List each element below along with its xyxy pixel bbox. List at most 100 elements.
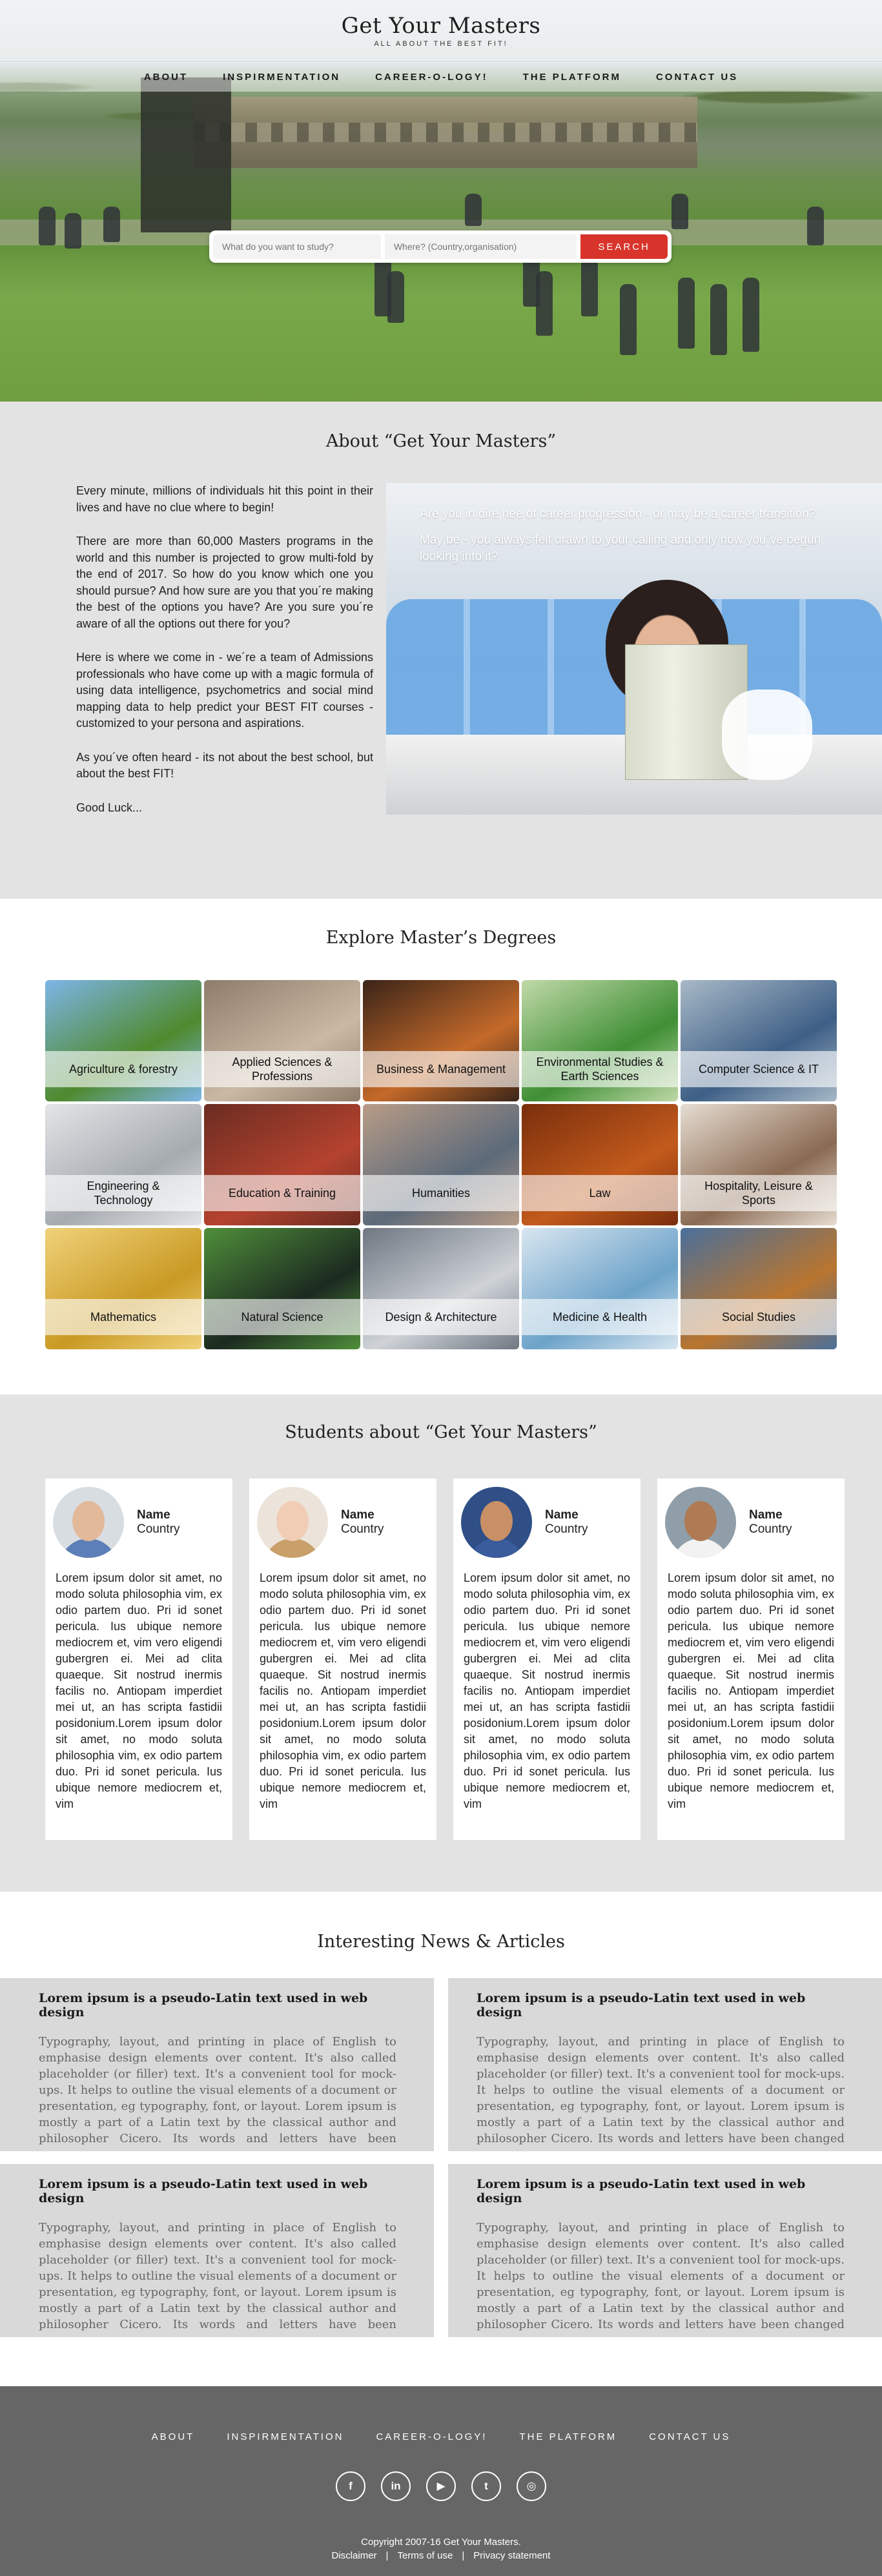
news-articles: Lorem ipsum is a pseudo-Latin text used …: [0, 1978, 882, 2337]
sleeve: [722, 690, 812, 780]
footer-nav-contact-us[interactable]: CONTACT US: [649, 2431, 730, 2442]
search-button[interactable]: SEARCH: [580, 234, 668, 259]
hero-section: Get Your Masters ALL ABOUT THE BEST FIT!…: [0, 0, 882, 402]
degree-tile-hospitality[interactable]: Hospitality, Leisure & Sports: [681, 1104, 837, 1225]
student-country: Country: [137, 1522, 180, 1536]
avatar-face: [684, 1501, 717, 1541]
avatar-face: [276, 1501, 309, 1541]
nav-contact-us[interactable]: CONTACT US: [656, 72, 738, 83]
degree-tile-social-studies[interactable]: Social Studies: [681, 1228, 837, 1349]
privacy-link[interactable]: Privacy statement: [473, 2550, 550, 2561]
degree-label: Hospitality, Leisure & Sports: [681, 1175, 837, 1211]
hero-person: [465, 194, 482, 226]
footer-nav-inspirmentation[interactable]: INSPIRMENTATION: [227, 2431, 344, 2442]
link-separator: |: [385, 2550, 389, 2561]
testimonial-cards: Name Country Lorem ipsum dolor sit amet, …: [45, 1478, 845, 1840]
degree-tile-design[interactable]: Design & Architecture: [363, 1228, 519, 1349]
avatar: [665, 1487, 736, 1558]
nav-career-o-logy[interactable]: CAREER-O-LOGY!: [375, 72, 488, 83]
article-title[interactable]: Lorem ipsum is a pseudo-Latin text used …: [39, 2177, 396, 2205]
testimonial-text: Lorem ipsum dolor sit amet, no modo solu…: [260, 1571, 426, 1810]
degrees-section: Explore Master’s Degrees Agriculture & f…: [0, 899, 882, 1395]
degree-tile-education[interactable]: Education & Training: [204, 1104, 360, 1225]
copyright: Copyright 2007-16 Get Your Masters.: [361, 2537, 521, 2548]
degree-tile-agriculture[interactable]: Agriculture & forestry: [45, 980, 201, 1101]
testimonial-card: Name Country Lorem ipsum dolor sit amet, …: [249, 1478, 436, 1840]
article-excerpt: Typography, layout, and printing in plac…: [39, 2035, 396, 2145]
footer-nav-the-platform[interactable]: THE PLATFORM: [519, 2431, 617, 2442]
hero-person: [39, 207, 56, 245]
degree-tile-computer-science[interactable]: Computer Science & IT: [681, 980, 837, 1101]
about-photo-caption-line: May be - you always felt drawn to your c…: [420, 533, 821, 564]
footer-nav-career-o-logy[interactable]: CAREER-O-LOGY!: [376, 2431, 487, 2442]
news-article[interactable]: Lorem ipsum is a pseudo-Latin text used …: [0, 2164, 434, 2337]
testimonials-section: Students about “Get Your Masters” Name Co…: [0, 1395, 882, 1892]
linkedin-icon[interactable]: in: [381, 2471, 411, 2501]
degree-label: Computer Science & IT: [681, 1051, 837, 1087]
search-bar: SEARCH: [209, 230, 672, 263]
hero-person: [581, 258, 598, 316]
footer-nav-about[interactable]: ABOUT: [152, 2431, 195, 2442]
news-title: Interesting News & Articles: [317, 1932, 565, 1952]
site-tagline: ALL ABOUT THE BEST FIT!: [374, 40, 508, 48]
degree-tile-applied-sciences[interactable]: Applied Sciences & Professions: [204, 980, 360, 1101]
about-text: Every minute, millions of individuals hi…: [76, 483, 373, 833]
about-paragraph: Good Luck...: [76, 801, 143, 814]
instagram-icon[interactable]: ◎: [517, 2471, 546, 2501]
article-title[interactable]: Lorem ipsum is a pseudo-Latin text used …: [477, 2177, 845, 2205]
about-paragraph: There are more than 60,000 Masters progr…: [76, 535, 373, 630]
degree-tile-mathematics[interactable]: Mathematics: [45, 1228, 201, 1349]
nav-inspirmentation[interactable]: INSPIRMENTATION: [223, 72, 340, 83]
degree-tile-environmental[interactable]: Environmental Studies & Earth Sciences: [522, 980, 678, 1101]
article-excerpt: Typography, layout, and printing in plac…: [477, 2035, 845, 2145]
footer-nav: ABOUT INSPIRMENTATION CAREER-O-LOGY! THE…: [0, 2431, 882, 2442]
about-paragraph: Every minute, millions of individuals hi…: [76, 484, 373, 514]
news-article[interactable]: Lorem ipsum is a pseudo-Latin text used …: [448, 1978, 882, 2151]
degree-label: Environmental Studies & Earth Sciences: [522, 1051, 678, 1087]
footer: ABOUT INSPIRMENTATION CAREER-O-LOGY! THE…: [0, 2386, 882, 2576]
hero-person: [387, 271, 404, 323]
nav-the-platform[interactable]: THE PLATFORM: [523, 72, 621, 83]
avatar: [257, 1487, 328, 1558]
disclaimer-link[interactable]: Disclaimer: [332, 2550, 377, 2561]
youtube-icon[interactable]: ▶: [426, 2471, 456, 2501]
facebook-icon[interactable]: f: [336, 2471, 365, 2501]
degree-tile-humanities[interactable]: Humanities: [363, 1104, 519, 1225]
location-search-input[interactable]: [384, 234, 577, 259]
degree-label: Social Studies: [681, 1299, 837, 1335]
twitter-icon[interactable]: t: [471, 2471, 501, 2501]
degree-tile-natural-science[interactable]: Natural Science: [204, 1228, 360, 1349]
degree-tile-law[interactable]: Law: [522, 1104, 678, 1225]
hero-person: [536, 271, 553, 336]
degree-tile-engineering[interactable]: Engineering & Technology: [45, 1104, 201, 1225]
hero-person: [807, 207, 824, 245]
about-photo-caption: Are you in dire nee of career progressio…: [420, 506, 859, 575]
degree-label: Natural Science: [204, 1299, 360, 1335]
hero-person: [743, 278, 759, 352]
degree-label: Applied Sciences & Professions: [204, 1051, 360, 1087]
degree-tile-medicine[interactable]: Medicine & Health: [522, 1228, 678, 1349]
news-article[interactable]: Lorem ipsum is a pseudo-Latin text used …: [0, 1978, 434, 2151]
avatar-body: [467, 1538, 526, 1558]
study-search-input[interactable]: [213, 234, 381, 259]
article-title[interactable]: Lorem ipsum is a pseudo-Latin text used …: [39, 1991, 396, 2019]
news-section: Interesting News & Articles Lorem ipsum …: [0, 1892, 882, 2386]
avatar-body: [672, 1538, 730, 1558]
hero-person: [710, 284, 727, 355]
news-article[interactable]: Lorem ipsum is a pseudo-Latin text used …: [448, 2164, 882, 2337]
article-title[interactable]: Lorem ipsum is a pseudo-Latin text used …: [477, 1991, 845, 2019]
nav-about[interactable]: ABOUT: [144, 72, 188, 83]
about-paragraph: As you´ve often heard - its not about th…: [76, 750, 373, 781]
article-excerpt: Typography, layout, and printing in plac…: [477, 2221, 845, 2331]
site-title[interactable]: Get Your Masters: [0, 13, 882, 39]
avatar: [461, 1487, 532, 1558]
article-excerpt: Typography, layout, and printing in plac…: [39, 2221, 396, 2331]
hero-person: [678, 278, 695, 349]
degree-label: Law: [522, 1175, 678, 1211]
brand: Get Your Masters ALL ABOUT THE BEST FIT!: [0, 13, 882, 48]
student-name: Name: [341, 1508, 374, 1522]
student-name: Name: [137, 1508, 170, 1522]
degree-tile-business[interactable]: Business & Management: [363, 980, 519, 1101]
terms-link[interactable]: Terms of use: [397, 2550, 453, 2561]
about-photo-student-with-book: Are you in dire nee of career progressio…: [386, 483, 882, 815]
